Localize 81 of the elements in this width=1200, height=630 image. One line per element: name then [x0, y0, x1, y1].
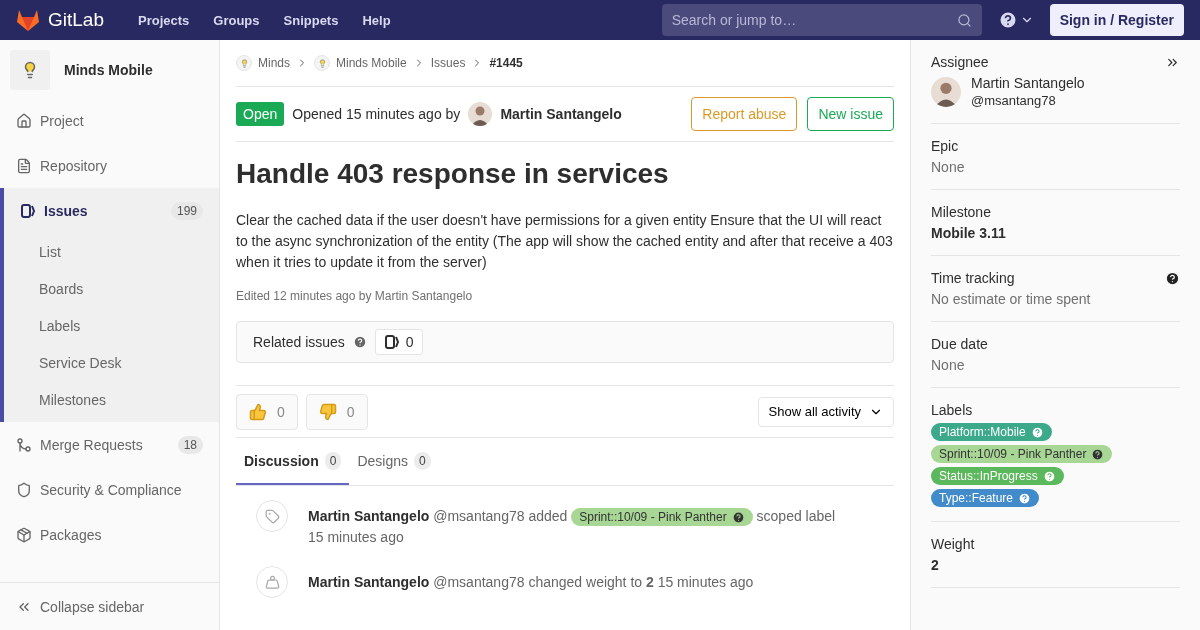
section-title: Time tracking	[931, 270, 1015, 286]
fox-logo-icon[interactable]	[16, 9, 40, 31]
nav-link[interactable]: Projects	[130, 12, 198, 28]
activity-text: Martin Santangelo @msantang78 added Sprint::10/09 - Pink Panther scoped label 15 minutes ago	[308, 507, 836, 547]
section-value: None	[931, 159, 966, 175]
sidebar-item[interactable]: Repository	[0, 143, 219, 188]
count-badge: 18	[177, 435, 203, 454]
sidebar-subitem[interactable]: Milestones	[4, 381, 219, 418]
package-icon	[16, 526, 32, 543]
section-value: Mobile 3.11	[931, 225, 1007, 241]
nav-link[interactable]: Help	[354, 12, 399, 28]
related-count[interactable]: 0	[374, 329, 423, 355]
app-logo-text[interactable]: GitLab	[48, 9, 104, 31]
sign-in-button[interactable]: Sign in / Register	[1049, 4, 1184, 36]
assignee-name[interactable]: Martin Santangelo	[971, 75, 1085, 92]
issue-description: Clear the cached data if the user doesn't have permissions for a given entity Ensure that the UI will react to the async synchronization of the entity (The app will show the cached entity and after that receive a 403 when it tries to update it from the server)	[236, 211, 894, 272]
breadcrumb-link[interactable]: Minds	[258, 56, 290, 70]
nav-link[interactable]: Snippets	[275, 12, 347, 28]
breadcrumb-link[interactable]: #1445	[489, 56, 523, 70]
breadcrumb-link[interactable]: Minds Mobile	[336, 56, 407, 70]
count-badge: 199	[170, 201, 203, 220]
label-tag[interactable]: Sprint::10/09 - Pink Panther	[931, 445, 1113, 463]
section-value: 2	[931, 557, 940, 573]
sidebar-item[interactable]: Security & Compliance	[0, 467, 219, 512]
emoji-award-button[interactable]: 0	[236, 393, 298, 430]
opened-text: Opened 15 minutes ago by	[292, 106, 461, 122]
project-avatar[interactable]	[10, 50, 50, 90]
sidebar-subitem[interactable]: Labels	[4, 307, 219, 344]
help-icon	[1091, 447, 1105, 461]
avatar	[931, 77, 961, 107]
section-title: Due date	[931, 336, 988, 352]
tab[interactable]: Designs 0	[349, 438, 439, 485]
sidebar-item[interactable]: Project	[0, 98, 219, 143]
thumbs-up-icon	[249, 402, 267, 421]
status-badge: Open	[236, 102, 285, 126]
thumbs-down-icon	[318, 402, 337, 421]
search-icon	[956, 12, 972, 28]
sidebar-subitem[interactable]: Service Desk	[4, 344, 219, 381]
nav-link[interactable]: Groups	[205, 12, 268, 28]
tab[interactable]: Discussion 0	[236, 438, 350, 485]
search-field[interactable]: Search or jump to…	[661, 4, 982, 36]
activity-filter-dropdown[interactable]: Show all activity	[757, 396, 894, 427]
outline-button[interactable]: New issue	[807, 97, 894, 131]
issue-title: Handle 403 response in services	[236, 158, 670, 190]
project-name[interactable]: Minds Mobile	[64, 62, 153, 78]
section-value: No estimate or time spent	[931, 291, 1092, 307]
sidebar-subitem[interactable]: Boards	[4, 270, 219, 307]
issues-icon	[20, 202, 36, 219]
section-title: Assignee	[931, 54, 989, 70]
merge-icon	[16, 436, 32, 453]
help-icon	[1018, 491, 1032, 505]
help-icon	[731, 510, 745, 524]
home-icon	[16, 112, 32, 129]
sidebar-item[interactable]: Merge Requests 18	[0, 422, 219, 467]
related-issues-label: Related issues	[253, 334, 345, 350]
emoji-award-button[interactable]: 0	[305, 393, 368, 430]
section-value: None	[931, 357, 966, 373]
weight-icon	[256, 566, 288, 598]
sidebar-item[interactable]: Issues 199	[4, 188, 219, 233]
collapse-sidebar-button[interactable]: Collapse sidebar	[0, 582, 219, 630]
section-title: Weight	[931, 536, 975, 552]
shield-icon	[16, 481, 32, 498]
document-icon	[16, 157, 32, 174]
help-icon	[1042, 469, 1056, 483]
breadcrumb-link[interactable]: Issues	[430, 56, 466, 70]
section-title: Epic	[931, 138, 959, 154]
issues-icon	[383, 334, 400, 350]
assignee-handle: @msantang78	[971, 92, 1057, 109]
label-tag[interactable]: Type::Feature	[931, 489, 1040, 507]
activity-text: Martin Santangelo @msantang78 changed weight to 2 15 minutes ago	[308, 573, 754, 592]
author-link[interactable]: Martin Santangelo	[500, 106, 622, 122]
sidebar-item[interactable]: Packages	[0, 512, 219, 557]
label-tag[interactable]: Sprint::10/09 - Pink Panther	[571, 508, 753, 526]
sidebar-subitem[interactable]: List	[4, 233, 219, 270]
help-icon[interactable]	[997, 10, 1018, 30]
help-icon	[1030, 425, 1044, 439]
tag-icon	[256, 500, 288, 532]
section-title: Labels	[931, 402, 973, 418]
edited-note: Edited 12 minutes ago by Martin Santangelo	[236, 289, 474, 303]
avatar	[468, 102, 493, 126]
section-title: Milestone	[931, 204, 991, 220]
